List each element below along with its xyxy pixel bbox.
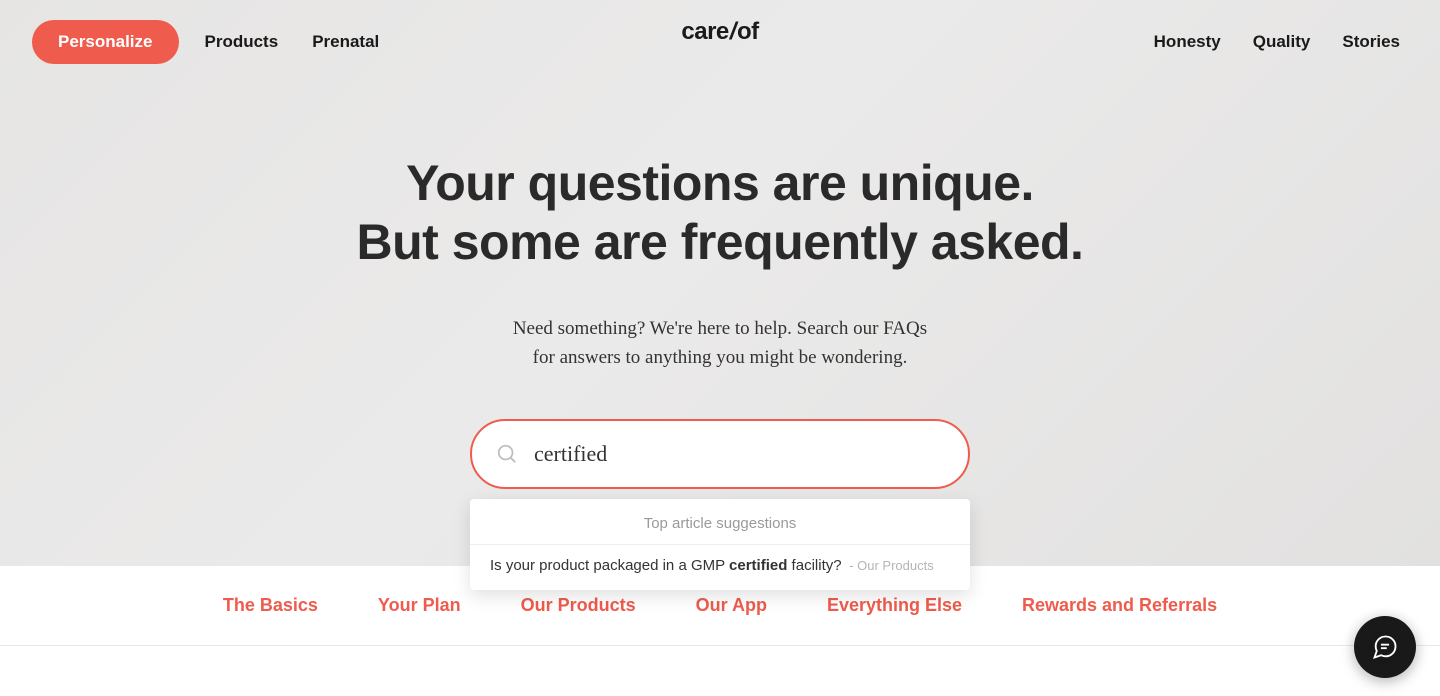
suggestion-post: facility? (787, 557, 841, 574)
search-box[interactable] (470, 419, 970, 489)
category-our-products[interactable]: Our Products (521, 595, 636, 616)
chat-icon (1371, 633, 1399, 661)
nav-right: Honesty Quality Stories (1146, 24, 1408, 60)
logo-part2: of (737, 18, 759, 46)
nav-left: Personalize Products Prenatal (32, 20, 387, 64)
title-line-2: But some are frequently asked. (357, 214, 1084, 270)
sub-line-1: Need something? We're here to help. Sear… (513, 318, 927, 339)
suggestion-match: certified (729, 557, 787, 574)
search-input[interactable] (534, 441, 948, 467)
nav-link-products[interactable]: Products (197, 24, 287, 60)
search-icon (496, 443, 518, 465)
search-suggestions: Top article suggestions Is your product … (470, 499, 970, 590)
brand-logo[interactable]: care/of (681, 18, 758, 46)
chat-widget-button[interactable] (1354, 616, 1416, 678)
below-section (0, 646, 1440, 696)
personalize-button[interactable]: Personalize (32, 20, 179, 64)
nav-link-honesty[interactable]: Honesty (1146, 24, 1229, 60)
category-the-basics[interactable]: The Basics (223, 595, 318, 616)
suggestion-item[interactable]: Is your product packaged in a GMP certif… (470, 544, 970, 590)
nav-link-quality[interactable]: Quality (1245, 24, 1319, 60)
page-subtitle: Need something? We're here to help. Sear… (0, 314, 1440, 373)
logo-slash: / (730, 18, 736, 46)
suggestion-tag: - Our Products (846, 558, 934, 573)
category-your-plan[interactable]: Your Plan (378, 595, 461, 616)
logo-part1: care (681, 18, 728, 46)
category-everything-else[interactable]: Everything Else (827, 595, 962, 616)
category-rewards-referrals[interactable]: Rewards and Referrals (1022, 595, 1217, 616)
search-container: Top article suggestions Is your product … (470, 419, 970, 489)
nav-link-prenatal[interactable]: Prenatal (304, 24, 387, 60)
suggestion-pre: Is your product packaged in a GMP (490, 557, 729, 574)
category-our-app[interactable]: Our App (696, 595, 767, 616)
site-header: Personalize Products Prenatal care/of Ho… (0, 0, 1440, 68)
title-line-1: Your questions are unique. (406, 155, 1034, 211)
suggestions-header: Top article suggestions (470, 499, 970, 544)
page-title: Your questions are unique. But some are … (0, 154, 1440, 272)
nav-link-stories[interactable]: Stories (1334, 24, 1408, 60)
hero-section: Your questions are unique. But some are … (0, 68, 1440, 489)
sub-line-2: for answers to anything you might be won… (533, 347, 908, 368)
